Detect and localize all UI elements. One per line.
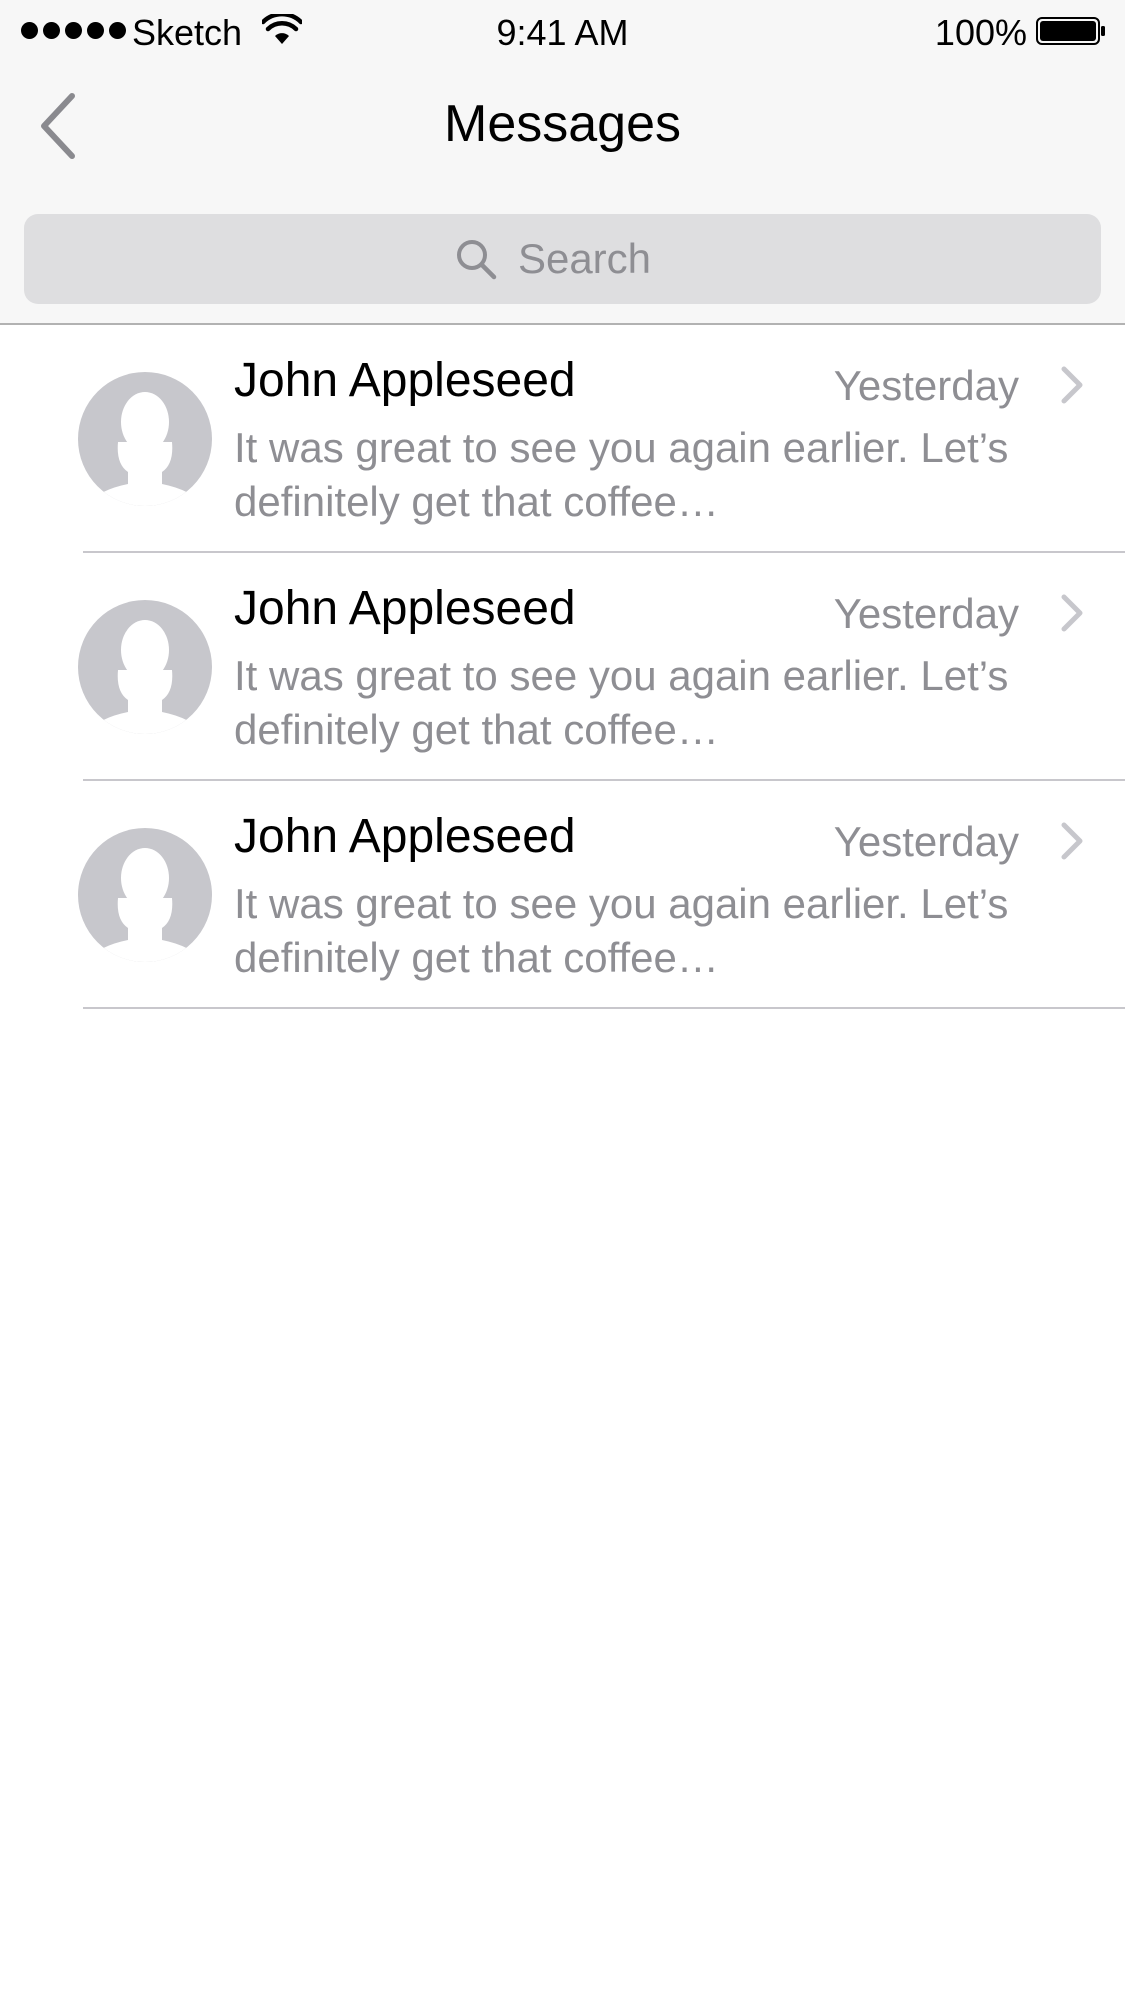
row-separator — [83, 1007, 1125, 1009]
message-preview: It was great to see you again earlier. L… — [234, 877, 1074, 985]
navigation-bar: Messages — [0, 66, 1125, 196]
message-preview-line: definitely get that coffee… — [234, 478, 719, 525]
battery-icon — [1036, 17, 1106, 45]
message-row[interactable]: John Appleseed Yesterday It was great to… — [0, 553, 1125, 781]
person-placeholder-icon — [78, 372, 212, 506]
message-timestamp: Yesterday — [833, 362, 1019, 409]
page-title: Messages — [444, 95, 681, 153]
avatar — [78, 372, 212, 506]
sender-name: John Appleseed — [234, 582, 576, 635]
message-preview-line: It was great to see you again earlier. L… — [234, 424, 1009, 471]
message-preview: It was great to see you again earlier. L… — [234, 649, 1074, 757]
message-row[interactable]: John Appleseed Yesterday It was great to… — [0, 325, 1125, 553]
avatar — [78, 600, 212, 734]
message-list: John Appleseed Yesterday It was great to… — [0, 325, 1125, 1009]
sender-name: John Appleseed — [234, 810, 576, 863]
chevron-right-icon — [1056, 363, 1086, 407]
message-timestamp: Yesterday — [833, 818, 1019, 865]
chevron-right-icon — [1056, 819, 1086, 863]
search-input[interactable]: Search — [24, 214, 1101, 304]
chevron-right-icon — [1056, 591, 1086, 635]
message-preview: It was great to see you again earlier. L… — [234, 421, 1074, 529]
person-placeholder-icon — [78, 828, 212, 962]
message-preview-line: It was great to see you again earlier. L… — [234, 880, 1009, 927]
search-placeholder: Search — [517, 235, 652, 282]
sender-name: John Appleseed — [234, 354, 576, 407]
message-preview-line: definitely get that coffee… — [234, 934, 719, 981]
search-icon — [456, 240, 497, 280]
avatar — [78, 828, 212, 962]
message-preview-line: It was great to see you again earlier. L… — [234, 652, 1009, 699]
top-chrome: Sketch 9:41 AM 100% Messages Search — [0, 0, 1125, 325]
message-row[interactable]: John Appleseed Yesterday It was great to… — [0, 781, 1125, 1009]
person-placeholder-icon — [78, 600, 212, 734]
message-timestamp: Yesterday — [833, 590, 1019, 637]
battery-percentage: 100% — [934, 12, 1027, 53]
status-bar: Sketch 9:41 AM 100% — [0, 0, 1125, 66]
message-preview-line: definitely get that coffee… — [234, 706, 719, 753]
